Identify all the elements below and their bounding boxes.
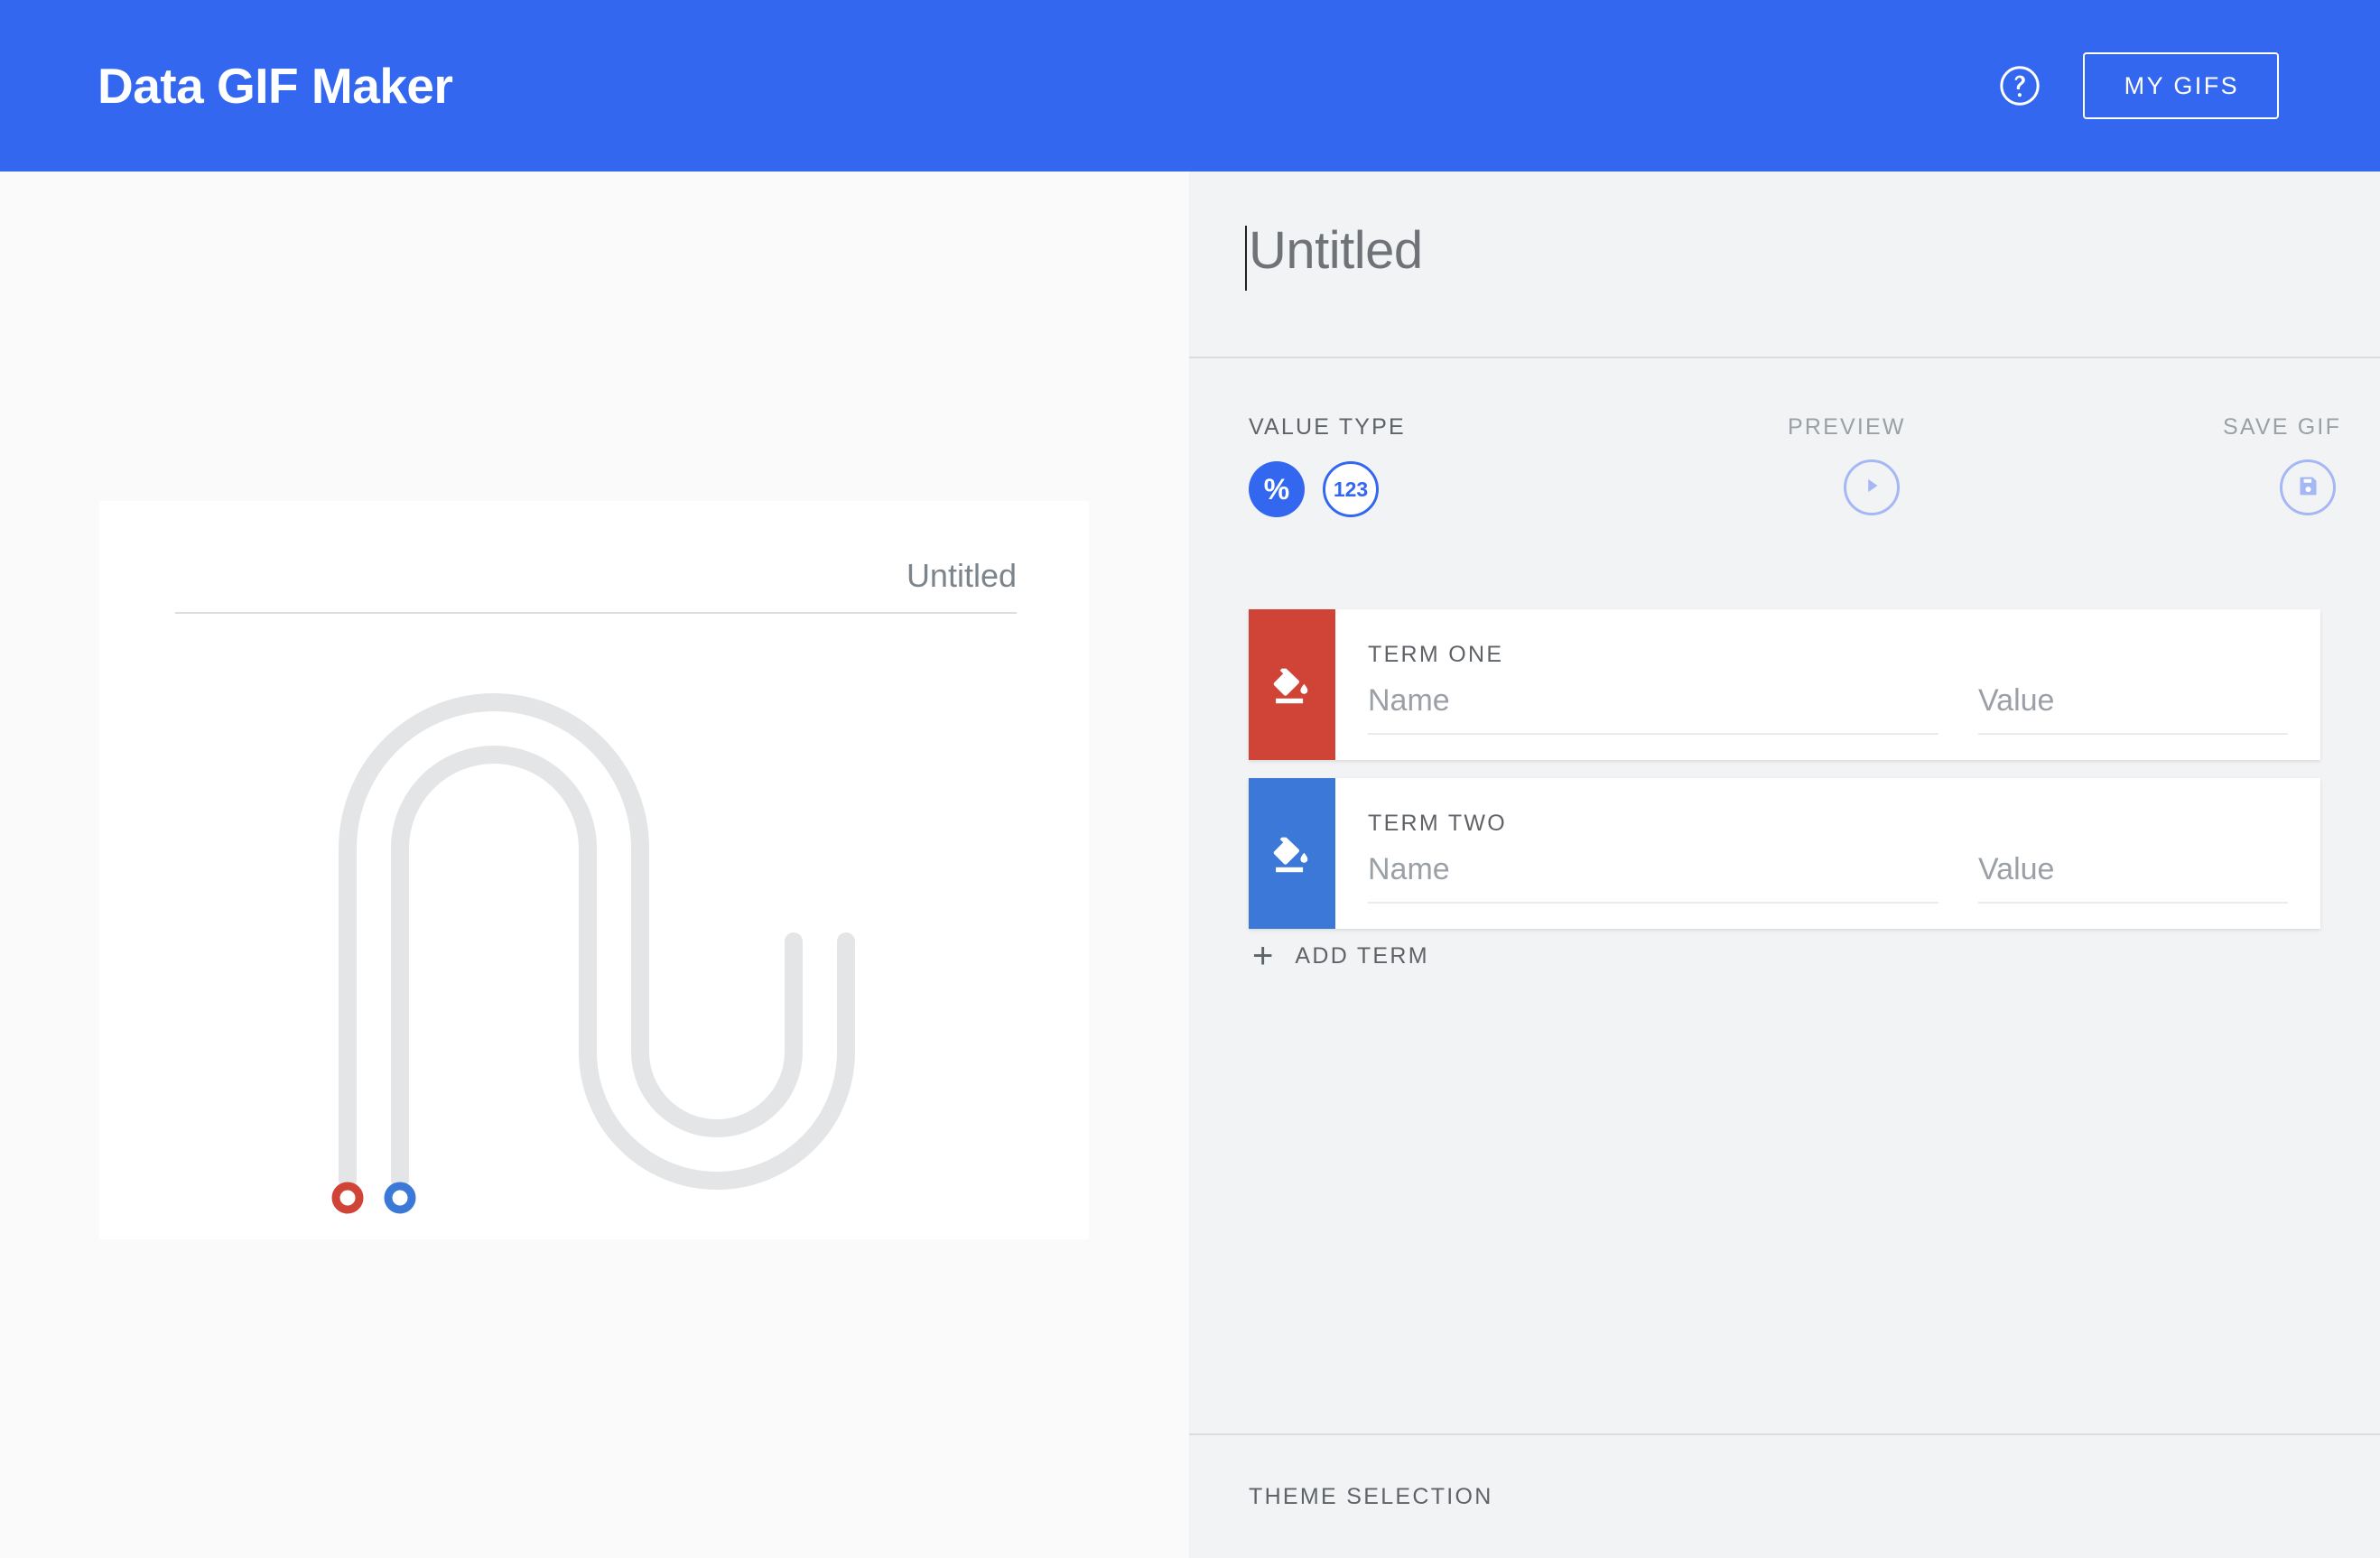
theme-selection-label: THEME SELECTION <box>1249 1484 1493 1509</box>
app-header: Data GIF Maker MY GIFS <box>0 0 2380 172</box>
term-body: TERM TWO <box>1335 778 2320 929</box>
value-type-number-button[interactable]: 123 <box>1323 461 1379 517</box>
term-color-swatch[interactable] <box>1249 609 1335 760</box>
value-type-label: VALUE TYPE <box>1249 414 1406 440</box>
play-icon <box>1860 474 1883 501</box>
editor-panel: VALUE TYPE PREVIEW SAVE GIF % 123 <box>1189 172 2380 1558</box>
canvas-title: Untitled <box>906 557 1017 594</box>
term-card: TERM TWO <box>1249 778 2320 929</box>
term-color-swatch[interactable] <box>1249 778 1335 929</box>
paint-bucket-icon <box>1269 663 1315 708</box>
preview-button[interactable] <box>1844 459 1900 515</box>
my-gifs-button[interactable]: MY GIFS <box>2082 52 2279 119</box>
term-name-input[interactable] <box>1368 852 1938 904</box>
toolbar-row: VALUE TYPE PREVIEW SAVE GIF % 123 <box>1189 360 2380 580</box>
canvas-title-divider <box>175 612 1017 614</box>
save-gif-label: SAVE GIF <box>2223 414 2342 440</box>
marker-term-one <box>331 1182 364 1214</box>
race-track-graphic <box>331 693 855 1214</box>
text-caret <box>1245 226 1247 291</box>
help-circle-icon[interactable] <box>1998 64 2041 107</box>
paint-bucket-icon <box>1269 831 1315 876</box>
marker-term-two <box>384 1182 416 1214</box>
term-fields <box>1368 852 2288 904</box>
term-heading: TERM ONE <box>1368 642 1504 667</box>
value-type-percent-button[interactable]: % <box>1249 461 1305 517</box>
workspace-area: Untitled <box>0 172 1189 1558</box>
term-heading: TERM TWO <box>1368 811 1508 836</box>
term-card: TERM ONE <box>1249 609 2320 760</box>
project-title-row <box>1189 172 2380 358</box>
term-body: TERM ONE <box>1335 609 2320 760</box>
term-name-input[interactable] <box>1368 683 1938 735</box>
theme-selection-section[interactable]: THEME SELECTION <box>1189 1433 2380 1558</box>
add-term-button[interactable]: + ADD TERM <box>1249 932 1433 979</box>
header-actions: MY GIFS <box>1998 52 2279 119</box>
gif-preview-canvas: Untitled <box>99 501 1089 1239</box>
preview-label: PREVIEW <box>1788 414 1906 440</box>
terms-list: TERM ONE Name Value TERM TWO Name Value <box>1189 609 2380 947</box>
term-value-input[interactable] <box>1978 683 2288 735</box>
term-fields <box>1368 683 2288 735</box>
save-floppy-icon <box>2296 474 2320 502</box>
term-value-input[interactable] <box>1978 852 2288 904</box>
save-gif-button[interactable] <box>2280 459 2336 515</box>
project-title-input[interactable] <box>1249 220 1881 281</box>
app-title: Data GIF Maker <box>98 58 453 114</box>
plus-icon: + <box>1252 936 1274 976</box>
add-term-label: ADD TERM <box>1295 942 1429 969</box>
